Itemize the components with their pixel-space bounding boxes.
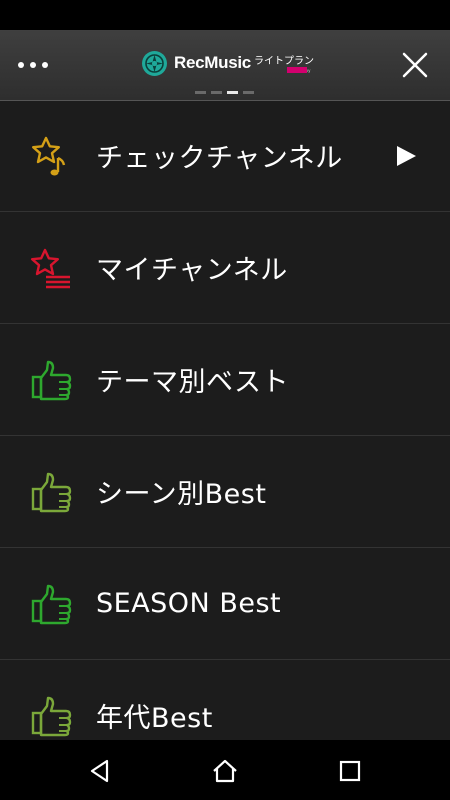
menu-item-theme-best[interactable]: テーマ別ベスト — [0, 324, 450, 436]
recmusic-logo-icon — [142, 50, 167, 76]
menu-item-season-best[interactable]: SEASON Best — [0, 548, 450, 660]
channel-menu: チェックチャンネル マイチャンネル テーマ別ベスト シーン別Best SEASO… — [0, 100, 450, 740]
menu-item-label: SEASON Best — [96, 588, 282, 619]
partner-logo — [287, 67, 307, 73]
menu-item-decade-best[interactable]: 年代Best — [0, 660, 450, 740]
recent-apps-icon[interactable] — [337, 758, 363, 784]
dot — [18, 62, 24, 68]
menu-item-label: 年代Best — [96, 703, 213, 734]
page-dot — [243, 91, 254, 94]
page-dot-active — [227, 91, 238, 94]
plan-label: ライトプラン — [253, 55, 314, 67]
back-icon[interactable] — [87, 758, 113, 784]
thumbs-up-icon — [31, 360, 72, 400]
status-bar — [0, 0, 450, 30]
thumbs-up-icon — [31, 472, 72, 512]
menu-item-label: マイチャンネル — [96, 255, 288, 286]
thumbs-up-icon — [31, 696, 72, 736]
star-note-icon — [32, 136, 66, 175]
thumbs-up-icon — [31, 584, 72, 624]
brand-logo: RecMusic ライトプラン powered by — [141, 48, 314, 78]
play-arrow-icon[interactable] — [394, 144, 418, 168]
star-list-icon — [31, 248, 70, 288]
page-indicator — [195, 91, 254, 94]
menu-item-check-channel[interactable]: チェックチャンネル — [0, 100, 450, 212]
page-dot — [195, 91, 206, 94]
menu-item-my-channel[interactable]: マイチャンネル — [0, 212, 450, 324]
menu-item-scene-best[interactable]: シーン別Best — [0, 436, 450, 548]
system-nav-bar — [0, 740, 450, 800]
menu-item-label: テーマ別ベスト — [96, 367, 290, 398]
dot — [42, 62, 48, 68]
brand-name: RecMusic — [174, 53, 251, 72]
dot — [30, 62, 36, 68]
page-dot — [211, 91, 222, 94]
menu-item-label: チェックチャンネル — [96, 143, 343, 174]
close-button[interactable] — [400, 50, 430, 80]
menu-item-label: シーン別Best — [96, 479, 267, 510]
app-header: RecMusic ライトプラン powered by — [0, 30, 450, 101]
home-icon[interactable] — [212, 758, 238, 784]
more-options-button[interactable] — [18, 54, 52, 76]
